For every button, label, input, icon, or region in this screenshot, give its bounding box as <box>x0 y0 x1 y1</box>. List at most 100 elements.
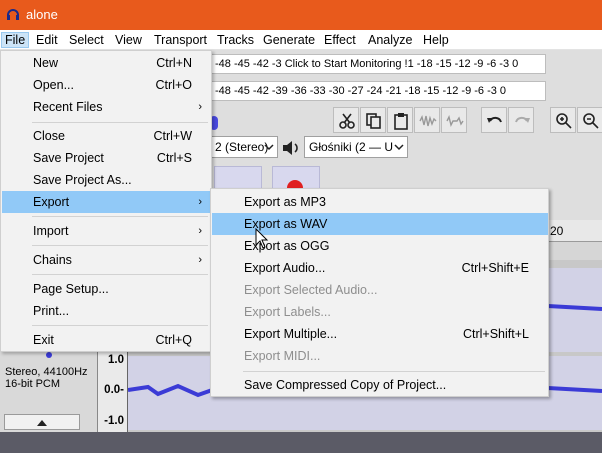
track-area-header <box>548 242 602 260</box>
track-format-bits: 16-bit PCM <box>5 378 61 390</box>
menu-item-recent-files[interactable]: Recent Files › <box>2 96 210 118</box>
menu-item-export-audio[interactable]: Export Audio... Ctrl+Shift+E <box>212 257 548 279</box>
menu-item-close[interactable]: Close Ctrl+W <box>2 125 210 147</box>
menu-file[interactable]: File <box>1 32 30 48</box>
silence-button[interactable] <box>441 107 467 133</box>
file-menu-dropdown: New Ctrl+N Open... Ctrl+O Recent Files ›… <box>0 50 212 352</box>
chevron-down-icon <box>264 144 274 151</box>
submenu-arrow-icon: › <box>198 101 202 113</box>
redo-button[interactable] <box>508 107 534 133</box>
undo-icon <box>487 116 502 123</box>
copy-button[interactable] <box>360 107 386 133</box>
menu-item-label: Chains <box>33 253 72 267</box>
paste-button[interactable] <box>387 107 413 133</box>
menu-item-label: Exit <box>33 333 54 347</box>
menu-item-label: Save Compressed Copy of Project... <box>244 378 447 392</box>
menu-item-print[interactable]: Print... <box>2 300 210 322</box>
menu-item-export[interactable]: Export › <box>2 191 210 213</box>
submenu-arrow-icon: › <box>198 254 202 266</box>
menu-item-label: Page Setup... <box>33 282 109 296</box>
menu-item-save-compressed-copy[interactable]: Save Compressed Copy of Project... <box>212 374 548 396</box>
menu-item-export-multiple[interactable]: Export Multiple... Ctrl+Shift+L <box>212 323 548 345</box>
scale-bottom-label: -1.0 <box>104 415 124 427</box>
menu-item-open[interactable]: Open... Ctrl+O <box>2 74 210 96</box>
audacity-headphones-icon <box>7 9 19 20</box>
input-channels-select[interactable]: 2 (Stereo) <box>210 136 278 158</box>
menu-item-exit[interactable]: Exit Ctrl+Q <box>2 329 210 351</box>
menu-edit[interactable]: Edit <box>33 32 61 48</box>
menu-item-shortcut: Ctrl+S <box>156 151 192 165</box>
menu-item-label: Export MIDI... <box>244 349 321 363</box>
pan-slider-knob[interactable] <box>46 352 52 358</box>
audacity-window: alone File Edit Select View Transport Tr… <box>0 0 602 453</box>
menu-item-label: Export as MP3 <box>244 195 326 209</box>
menu-item-shortcut: Ctrl+Shift+L <box>462 327 529 341</box>
menu-item-export-midi: Export MIDI... <box>212 345 548 367</box>
window-title: alone <box>26 7 58 22</box>
menu-item-shortcut: Ctrl+O <box>155 78 192 92</box>
menu-item-label: Recent Files <box>33 100 103 114</box>
menu-select[interactable]: Select <box>66 32 107 48</box>
menu-help[interactable]: Help <box>420 32 452 48</box>
redo-icon <box>515 116 530 123</box>
input-channels-value: 2 (Stereo) <box>215 140 269 154</box>
recording-meter[interactable]: -48 -45 -42 -3 Click to Start Monitoring… <box>210 54 546 74</box>
menu-item-page-setup[interactable]: Page Setup... <box>2 278 210 300</box>
clipboard-icon <box>394 113 408 130</box>
triangle-up-icon <box>37 420 47 426</box>
cut-button[interactable] <box>333 107 359 133</box>
menu-item-label: Export Selected Audio... <box>244 283 378 297</box>
menu-item-export-labels: Export Labels... <box>212 301 548 323</box>
menu-item-import[interactable]: Import › <box>2 220 210 242</box>
submenu-arrow-icon: › <box>198 196 202 208</box>
menu-item-shortcut: Ctrl+Shift+E <box>461 261 529 275</box>
timeline-ruler[interactable]: 20 <box>548 220 602 242</box>
zoom-out-button[interactable] <box>577 107 602 133</box>
menu-view[interactable]: View <box>112 32 145 48</box>
zoom-in-button[interactable] <box>550 107 576 133</box>
menu-item-save-project[interactable]: Save Project Ctrl+S <box>2 147 210 169</box>
ruler-tick-label: 20 <box>550 224 564 238</box>
menu-analyze[interactable]: Analyze <box>365 32 415 48</box>
recording-meter-scale: -48 -45 -42 -3 Click to Start Monitoring… <box>215 58 519 70</box>
undo-button[interactable] <box>481 107 507 133</box>
collapse-track-button[interactable] <box>4 414 80 430</box>
zoom-out-icon <box>583 113 599 129</box>
menu-generate[interactable]: Generate <box>260 32 318 48</box>
menu-item-label: Export Labels... <box>244 305 331 319</box>
menu-transport[interactable]: Transport <box>151 32 210 48</box>
output-device-select[interactable]: Głośniki (2 — U <box>304 136 408 158</box>
menu-item-label: Save Project <box>33 151 104 165</box>
menu-item-label: Print... <box>33 304 70 318</box>
amplitude-scale[interactable]: 1.0 0.0- -1.0 <box>98 352 128 432</box>
menu-item-label: Close <box>33 129 65 143</box>
menu-item-label: Save Project As... <box>33 173 132 187</box>
menu-item-export-mp3[interactable]: Export as MP3 <box>212 191 548 213</box>
speaker-icon <box>283 141 298 155</box>
scale-mid-label: 0.0- <box>104 384 124 396</box>
title-bar: alone <box>0 0 602 30</box>
menu-bar: File Edit Select View Transport Tracks G… <box>0 30 602 50</box>
menu-item-new[interactable]: New Ctrl+N <box>2 52 210 74</box>
playback-meter[interactable]: -48 -45 -42 -39 -36 -33 -30 -27 -24 -21 … <box>210 81 546 101</box>
menu-tracks[interactable]: Tracks <box>214 32 257 48</box>
output-device-value: Głośniki (2 — U <box>309 140 394 154</box>
menu-item-shortcut: Ctrl+N <box>156 56 192 70</box>
menu-item-label: Open... <box>33 78 74 92</box>
playback-meter-scale: -48 -45 -42 -39 -36 -33 -30 -27 -24 -21 … <box>215 85 507 97</box>
export-submenu: Export as MP3 Export as WAV Export as OG… <box>210 188 549 397</box>
menu-item-label: New <box>33 56 59 70</box>
menu-item-shortcut: Ctrl+Q <box>155 333 192 347</box>
menu-item-save-project-as[interactable]: Save Project As... <box>2 169 210 191</box>
menu-separator <box>32 325 208 326</box>
trim-button[interactable] <box>414 107 440 133</box>
menu-item-label: Export <box>33 195 70 209</box>
menu-separator <box>32 274 208 275</box>
scale-top-label: 1.0 <box>108 354 124 366</box>
silence-audio-icon <box>446 114 464 128</box>
menu-item-label: Import <box>33 224 69 238</box>
menu-item-chains[interactable]: Chains › <box>2 249 210 271</box>
menu-effect[interactable]: Effect <box>321 32 359 48</box>
menu-separator <box>32 245 208 246</box>
zoom-in-icon <box>556 113 572 129</box>
